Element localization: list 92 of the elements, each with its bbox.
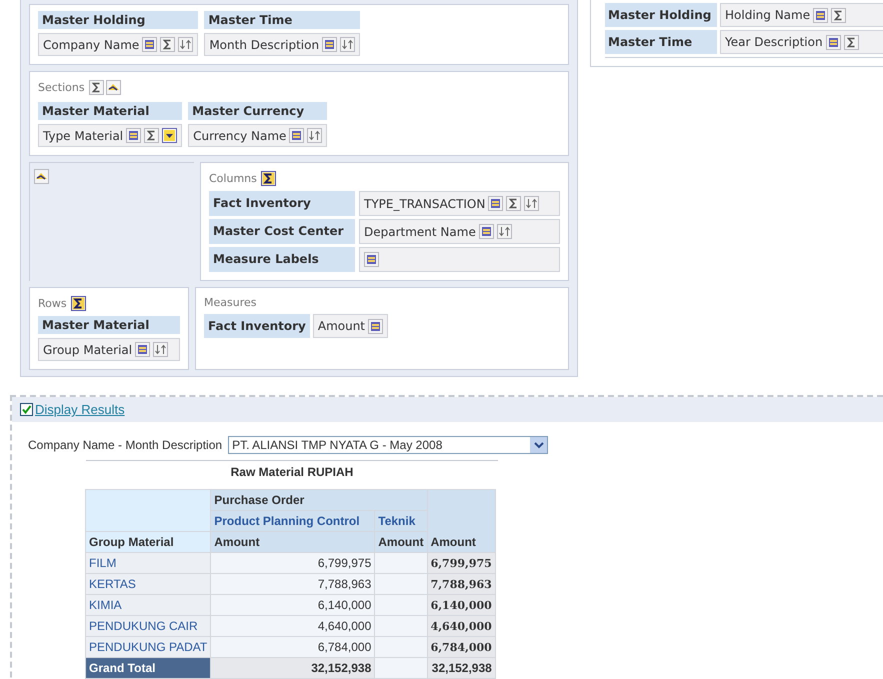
field-name: Company Name <box>43 38 140 52</box>
field-name: Department Name <box>364 224 476 238</box>
properties-icon[interactable] <box>488 196 504 211</box>
field-chip[interactable]: Group Material <box>38 338 180 361</box>
column-header: Purchase Order <box>211 490 427 510</box>
table-cell: 6,784,000 <box>428 637 495 657</box>
table-cell: 6,799,975 <box>211 553 374 573</box>
sort-icon[interactable] <box>496 224 512 239</box>
properties-icon[interactable] <box>368 318 384 334</box>
table-cell: 32,152,938 <box>428 658 495 678</box>
field-chip[interactable]: Month Description <box>204 33 360 56</box>
properties-icon[interactable] <box>322 37 338 52</box>
field-chip[interactable]: TYPE_TRANSACTION <box>359 191 560 216</box>
table-cell: 6,140,000 <box>211 595 374 615</box>
dimension-header: Master Time <box>605 30 717 54</box>
properties-icon[interactable] <box>126 128 142 143</box>
row-header: PENDUKUNG PADAT <box>86 637 210 657</box>
properties-icon[interactable] <box>142 37 158 52</box>
table-cell: 6,784,000 <box>211 637 374 657</box>
column-header: Amount <box>428 490 495 552</box>
dimension-header: Master Material <box>38 102 182 120</box>
sum-icon[interactable] <box>144 128 160 143</box>
column-header: Amount <box>211 532 374 552</box>
checkbox[interactable] <box>20 403 33 416</box>
properties-icon[interactable] <box>135 342 150 357</box>
dimension-header: Fact Inventory <box>204 314 310 338</box>
sort-icon[interactable] <box>524 196 540 211</box>
field-chip[interactable]: Year Description <box>720 30 883 54</box>
dimension-header: Master Cost Center <box>209 219 355 244</box>
field-chip[interactable]: Type Material <box>38 124 182 147</box>
row-header: PENDUKUNG CAIR <box>86 616 210 636</box>
dimension-header: Master Holding <box>605 3 717 27</box>
sum-icon[interactable] <box>160 37 176 52</box>
dimension-header: Master Holding <box>38 11 198 29</box>
table-cell: 7,788,963 <box>428 574 495 594</box>
sum-icon[interactable] <box>506 196 522 211</box>
column-header: Product Planning Control <box>211 511 374 531</box>
properties-icon[interactable] <box>813 8 828 22</box>
field-name: Currency Name <box>193 128 286 142</box>
table-cell: 6,799,975 <box>428 553 495 573</box>
dimension-header: Fact Inventory <box>209 191 355 216</box>
dimension-header: Measure Labels <box>209 247 355 272</box>
sum-total-icon[interactable] <box>260 171 276 186</box>
panel-label: Columns <box>209 172 257 185</box>
table-cell: 6,140,000 <box>428 595 495 615</box>
field-name: Amount <box>318 319 366 333</box>
field-chip[interactable]: Company Name <box>38 33 198 56</box>
properties-icon[interactable] <box>826 34 841 50</box>
row-header: FILM <box>86 553 210 573</box>
sum-icon[interactable] <box>844 34 859 50</box>
field-chip[interactable]: Department Name <box>359 219 560 244</box>
dimension-header: Master Currency <box>188 102 328 120</box>
column-header: Teknik <box>375 511 427 531</box>
row-header: KERTAS <box>86 574 210 594</box>
sort-icon[interactable] <box>178 37 194 52</box>
sort-icon[interactable] <box>340 37 356 52</box>
properties-icon[interactable] <box>478 224 494 239</box>
sum-icon[interactable] <box>831 8 846 22</box>
dimension-header: Master Material <box>38 316 180 334</box>
sum-total-icon[interactable] <box>70 296 86 311</box>
column-header: Amount <box>375 532 427 552</box>
table-cell: 7,788,963 <box>211 574 374 594</box>
table-cell: 4,640,000 <box>428 616 495 636</box>
column-header: Group Material <box>86 532 210 552</box>
field-chip[interactable] <box>359 247 560 272</box>
dimension-header: Master Time <box>204 11 360 29</box>
field-chip[interactable]: Amount <box>312 314 388 338</box>
field-name: Group Material <box>43 342 132 356</box>
table-cell: 32,152,938 <box>211 658 374 678</box>
display-results-link[interactable]: Display Results <box>35 402 125 417</box>
panel-label: Sections <box>38 81 85 94</box>
table-cell: 4,640,000 <box>211 616 374 636</box>
panel-label: Measures <box>204 296 256 309</box>
properties-icon[interactable] <box>289 128 304 143</box>
properties-icon[interactable] <box>364 252 379 267</box>
field-chip[interactable]: Holding Name <box>720 3 883 27</box>
field-chip[interactable]: Currency Name <box>188 124 328 147</box>
field-name: Type Material <box>43 128 124 142</box>
row-header: Grand Total <box>86 658 210 678</box>
page-selector-dropdown[interactable]: PT. ALIANSI TMP NYATA G - May 2008 <box>228 436 548 454</box>
dropdown-icon[interactable] <box>162 128 178 143</box>
sort-icon[interactable] <box>153 342 168 357</box>
field-name: Year Description <box>725 35 823 49</box>
field-name: Holding Name <box>725 8 810 22</box>
field-name: TYPE_TRANSACTION <box>364 196 486 210</box>
row-header: KIMIA <box>86 595 210 615</box>
panel-label: Rows <box>38 297 67 310</box>
sort-icon[interactable] <box>307 128 322 143</box>
page-selector-label: Company Name - Month Description <box>28 438 222 452</box>
chevron-down-icon <box>534 442 544 448</box>
sum-icon[interactable] <box>88 80 104 95</box>
field-name: Month Description <box>209 38 320 52</box>
